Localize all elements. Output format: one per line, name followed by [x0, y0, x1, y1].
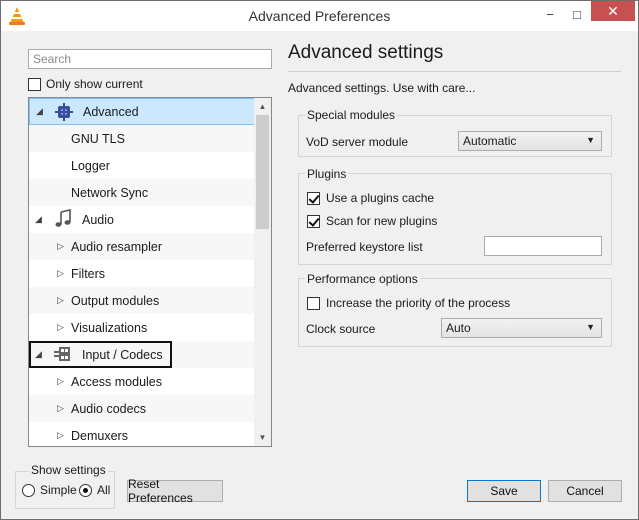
search-input[interactable]	[28, 49, 272, 69]
clock-source-dropdown[interactable]: Auto ▼	[441, 318, 602, 338]
tree-item-network-sync[interactable]: Network Sync	[29, 179, 255, 206]
close-button[interactable]: ✕	[591, 1, 635, 21]
tree-item-audio-resampler[interactable]: ▷ Audio resampler	[29, 233, 255, 260]
collapsed-arrow-icon[interactable]: ▷	[57, 376, 64, 387]
audio-note-icon	[55, 209, 71, 227]
collapsed-arrow-icon[interactable]: ▷	[57, 403, 64, 414]
tree-item-output-modules[interactable]: ▷ Output modules	[29, 287, 255, 314]
tree-item-label: Logger	[71, 158, 110, 173]
tree-item-label: Output modules	[71, 293, 160, 308]
tree-item-label: Audio codecs	[71, 401, 147, 416]
dropdown-arrow-icon: ▼	[586, 322, 595, 332]
collapsed-arrow-icon[interactable]: ▷	[57, 295, 64, 306]
performance-title: Performance options	[305, 272, 420, 286]
use-plugins-cache-option[interactable]: Use a plugins cache	[307, 191, 434, 205]
clock-source-label: Clock source	[306, 322, 376, 336]
tree-item-visualizations[interactable]: ▷ Visualizations	[29, 314, 255, 341]
scroll-thumb[interactable]	[256, 115, 269, 229]
vod-server-label: VoD server module	[306, 135, 409, 149]
tree-item-demuxers[interactable]: ▷ Demuxers	[29, 422, 255, 446]
collapsed-arrow-icon[interactable]: ▷	[57, 322, 64, 333]
input-codecs-icon	[54, 347, 70, 361]
tree-item-advanced[interactable]: ◢ Advanced	[29, 98, 255, 125]
keystore-label: Preferred keystore list	[306, 240, 423, 254]
expanded-arrow-icon[interactable]: ◢	[35, 214, 42, 225]
preferences-window: Advanced Preferences − □ ✕ Only show cur…	[0, 0, 639, 520]
advanced-gear-icon	[55, 103, 73, 121]
all-label: All	[97, 483, 111, 497]
panel-heading: Advanced settings	[288, 42, 444, 63]
tree-item-audio[interactable]: ◢ Audio	[29, 206, 255, 233]
tree-item-access-modules[interactable]: ▷ Access modules	[29, 368, 255, 395]
show-settings-title: Show settings	[29, 463, 108, 477]
only-show-current-label: Only show current	[46, 77, 143, 91]
collapsed-arrow-icon[interactable]: ▷	[57, 241, 64, 252]
all-radio[interactable]	[79, 483, 92, 497]
cancel-button[interactable]: Cancel	[548, 480, 622, 502]
tree-item-label: Network Sync	[71, 185, 149, 200]
tree-item-audio-codecs[interactable]: ▷ Audio codecs	[29, 395, 255, 422]
tree-item-logger[interactable]: Logger	[29, 152, 255, 179]
tree-scrollbar[interactable]: ▲ ▼	[254, 98, 271, 446]
heading-divider	[288, 71, 621, 72]
use-plugins-cache-checkbox[interactable]	[307, 191, 320, 205]
vod-server-dropdown[interactable]: Automatic ▼	[458, 131, 602, 151]
minimize-button[interactable]: −	[535, 3, 565, 25]
increase-priority-checkbox[interactable]	[307, 296, 320, 310]
tree-item-label: Visualizations	[71, 320, 148, 335]
scan-new-plugins-checkbox[interactable]	[307, 214, 320, 228]
preferences-tree[interactable]: ◢ Advanced GNU TLS Logger Network Sync ◢…	[28, 97, 272, 447]
reset-preferences-button[interactable]: Reset Preferences	[127, 477, 223, 505]
tree-item-input-codecs-row[interactable]: ◢ Input / Codecs	[29, 341, 255, 368]
save-button[interactable]: Save	[467, 480, 541, 502]
tree-item-label: Audio resampler	[71, 239, 163, 254]
increase-priority-option[interactable]: Increase the priority of the process	[307, 296, 510, 310]
increase-priority-label: Increase the priority of the process	[326, 296, 511, 310]
tree-item-label: GNU TLS	[71, 131, 125, 146]
tree-item-label: Demuxers	[71, 428, 128, 443]
tree-item-filters[interactable]: ▷ Filters	[29, 260, 255, 287]
collapsed-arrow-icon[interactable]: ▷	[57, 268, 64, 279]
client-area: Only show current ◢ Advanced GNU TLS	[1, 31, 638, 519]
panel-subtitle: Advanced settings. Use with care...	[288, 81, 476, 95]
collapsed-arrow-icon[interactable]: ▷	[57, 430, 64, 441]
only-show-current-checkbox[interactable]	[28, 77, 41, 91]
use-plugins-cache-label: Use a plugins cache	[326, 191, 435, 205]
special-modules-title: Special modules	[305, 108, 398, 122]
expanded-arrow-icon[interactable]: ◢	[36, 106, 43, 117]
keystore-input[interactable]	[484, 236, 602, 256]
plugins-title: Plugins	[305, 167, 349, 181]
tree-item-gnu-tls[interactable]: GNU TLS	[29, 125, 255, 152]
simple-label: Simple	[40, 483, 77, 497]
scroll-up-arrow-icon[interactable]: ▲	[254, 98, 271, 115]
all-option[interactable]: All	[79, 483, 110, 497]
vod-server-value: Automatic	[463, 134, 517, 148]
scan-new-plugins-option[interactable]: Scan for new plugins	[307, 214, 437, 228]
tree-item-label: Filters	[71, 266, 106, 281]
maximize-button[interactable]: □	[562, 3, 592, 25]
tree-item-label: Advanced	[83, 104, 139, 119]
only-show-current-option[interactable]: Only show current	[28, 77, 143, 91]
tree-item-label: Input / Codecs	[82, 347, 163, 362]
tree-item-label: Access modules	[71, 374, 163, 389]
dropdown-arrow-icon: ▼	[586, 135, 595, 145]
clock-source-value: Auto	[446, 321, 471, 335]
tree-item-label: Audio	[82, 212, 114, 227]
title-bar[interactable]: Advanced Preferences − □ ✕	[1, 1, 638, 31]
simple-option[interactable]: Simple	[22, 483, 77, 497]
scan-new-plugins-label: Scan for new plugins	[326, 214, 438, 228]
simple-radio[interactable]	[22, 483, 35, 497]
scroll-down-arrow-icon[interactable]: ▼	[254, 429, 271, 446]
